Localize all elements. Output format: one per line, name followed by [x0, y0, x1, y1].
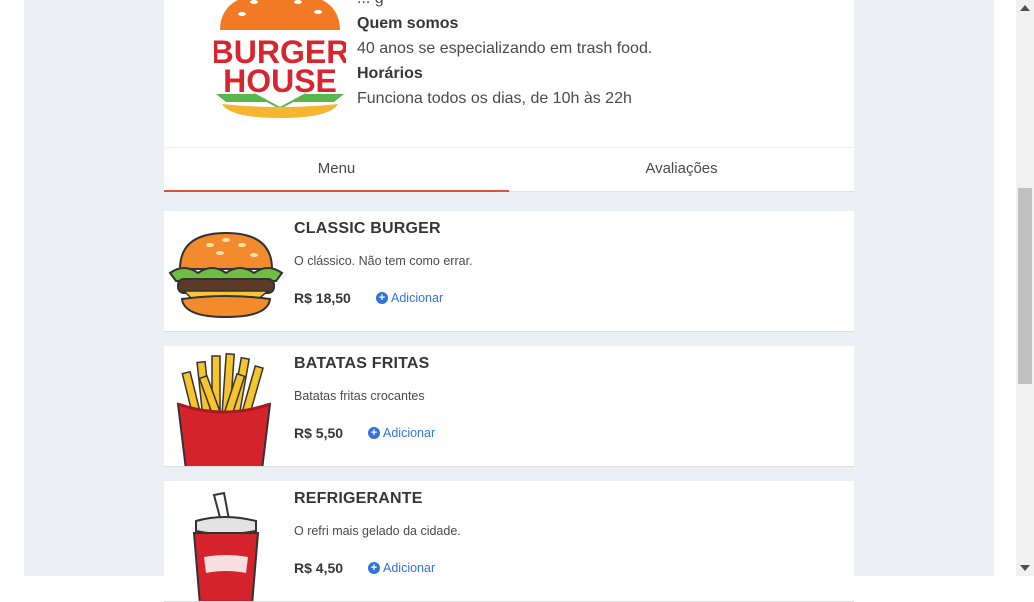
add-label: Adicionar — [383, 561, 436, 575]
scroll-up-arrow-icon[interactable] — [1020, 5, 1030, 11]
item-description: O refri mais gelado da cidade. — [294, 524, 461, 538]
add-button[interactable]: + Adicionar — [368, 426, 435, 440]
item-description: Batatas fritas crocantes — [294, 389, 425, 403]
tab-avaliacoes[interactable]: Avaliações — [509, 148, 854, 192]
menu-item-batatas-fritas[interactable]: BATATAS FRITAS Batatas fritas crocantes … — [164, 346, 854, 467]
fries-icon — [176, 352, 272, 466]
item-price: R$ 4,50 — [294, 560, 344, 576]
item-name: REFRIGERANTE — [294, 490, 423, 507]
plus-circle-icon: + — [368, 427, 380, 439]
scroll-down-arrow-icon[interactable] — [1020, 565, 1030, 571]
svg-text:HOUSE: HOUSE — [223, 63, 337, 99]
soda-icon — [192, 491, 260, 601]
hours-text: Funciona todos os dias, de 10h às 22h — [357, 90, 632, 107]
add-label: Adicionar — [383, 426, 436, 440]
menu-item-classic-burger[interactable]: CLASSIC BURGER O clássico. Não tem como … — [164, 211, 854, 332]
item-name: BATATAS FRITAS — [294, 355, 430, 372]
tab-bar: Menu Avaliações — [164, 147, 854, 192]
item-price: R$ 5,50 — [294, 425, 344, 441]
scrollbar[interactable] — [1016, 0, 1034, 576]
about-heading: Quem somos — [357, 15, 459, 32]
tab-menu[interactable]: Menu — [164, 148, 509, 192]
burger-house-logo: BURGER HOUSE — [214, 0, 346, 118]
plus-circle-icon: + — [376, 292, 388, 304]
restaurant-header: BURGER HOUSE ... g Quem somos 40 anos se… — [164, 0, 854, 147]
about-text: 40 anos se especializando em trash food. — [357, 40, 653, 57]
restaurant-info: ... g Quem somos 40 anos se especializan… — [357, 0, 652, 111]
add-button[interactable]: + Adicionar — [376, 291, 443, 305]
item-price: R$ 18,50 — [294, 290, 351, 306]
add-button[interactable]: + Adicionar — [368, 561, 435, 575]
menu-item-refrigerante[interactable]: REFRIGERANTE O refri mais gelado da cida… — [164, 481, 854, 602]
scrollbar-thumb[interactable] — [1018, 188, 1032, 384]
hours-heading: Horários — [357, 65, 423, 82]
partial-text: ... g — [357, 0, 652, 11]
add-label: Adicionar — [391, 291, 444, 305]
burger-icon — [168, 231, 284, 319]
item-name: CLASSIC BURGER — [294, 220, 441, 237]
item-description: O clássico. Não tem como errar. — [294, 254, 473, 268]
plus-circle-icon: + — [368, 562, 380, 574]
